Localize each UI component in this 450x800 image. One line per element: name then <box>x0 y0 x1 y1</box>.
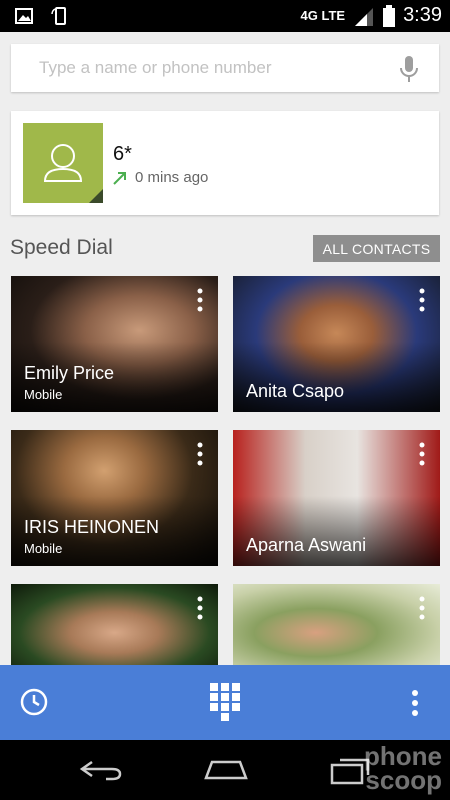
status-bar: 4G LTE 3:39 <box>0 0 450 32</box>
speed-dial-tile[interactable] <box>233 584 440 665</box>
dialpad-icon[interactable] <box>209 682 241 722</box>
speed-dial-tile[interactable]: Emily Price Mobile <box>11 276 218 412</box>
network-type: 4G LTE <box>300 7 346 23</box>
history-icon[interactable] <box>19 687 49 717</box>
overflow-menu-icon[interactable] <box>196 288 204 312</box>
outgoing-call-icon <box>113 171 126 185</box>
speed-dial-tile[interactable] <box>11 584 218 665</box>
recent-call-number: 6* <box>113 143 132 165</box>
phone-type-label: Mobile <box>24 387 63 402</box>
all-contacts-button[interactable]: ALL CONTACTS <box>313 235 440 262</box>
overflow-menu-icon[interactable] <box>196 596 204 620</box>
contact-avatar <box>23 123 103 203</box>
recent-call-time: 0 mins ago <box>135 169 209 186</box>
battery-icon <box>383 4 396 27</box>
overflow-menu-icon[interactable] <box>418 596 426 620</box>
gallery-icon <box>15 8 33 24</box>
action-bar <box>0 665 450 740</box>
contact-name: Emily Price <box>24 363 115 383</box>
phone-type-label: Mobile <box>24 541 63 556</box>
speed-dial-tile[interactable]: Anita Csapo <box>233 276 440 412</box>
overflow-menu-icon[interactable] <box>196 442 204 466</box>
watermark: phone scoop <box>364 741 442 795</box>
contact-name: Anita Csapo <box>246 381 345 401</box>
search-box[interactable] <box>11 44 439 92</box>
navigation-bar: phone scoop <box>0 740 450 800</box>
status-time: 3:39 <box>403 4 442 26</box>
overflow-menu-icon[interactable] <box>418 442 426 466</box>
contact-name: Aparna Aswani <box>246 535 367 555</box>
contact-name: IRIS HEINONEN <box>24 517 160 537</box>
speed-dial-tile[interactable]: IRIS HEINONEN Mobile <box>11 430 218 566</box>
speed-dial-title: Speed Dial <box>10 236 113 259</box>
signal-icon <box>355 7 374 26</box>
home-icon[interactable] <box>202 758 250 780</box>
recent-call-card[interactable]: 6* 0 mins ago <box>11 111 439 215</box>
overflow-menu-icon[interactable] <box>418 288 426 312</box>
overflow-menu-icon[interactable] <box>411 689 419 717</box>
phone-rotate-icon <box>51 7 66 25</box>
back-icon[interactable] <box>78 760 122 782</box>
search-input[interactable] <box>39 44 379 92</box>
speed-dial-tile[interactable]: Aparna Aswani <box>233 430 440 566</box>
mic-icon[interactable] <box>399 56 419 82</box>
